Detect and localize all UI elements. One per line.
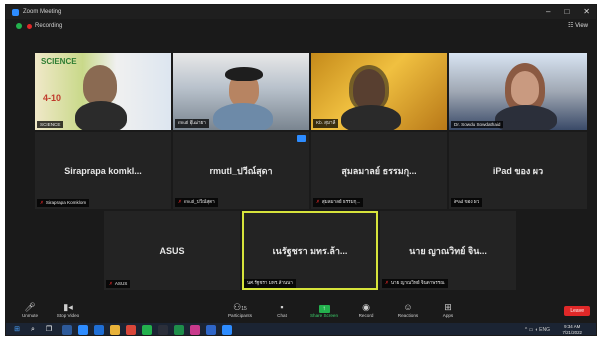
mic-muted-icon: ✗ xyxy=(109,281,113,286)
zoom-logo-icon xyxy=(12,8,19,16)
video-tile[interactable]: Dr. Sowdu Sowdathaid xyxy=(449,53,587,130)
participant-body xyxy=(213,103,273,130)
participant-display-name: ASUS xyxy=(159,245,185,256)
meeting-toolbar: 🎤︎ Unmute ▮◂ Stop Video ⚇15 Participants… xyxy=(6,299,596,323)
record-button[interactable]: ◉ Record xyxy=(348,302,384,318)
participant-tile[interactable]: iPad ของ ผว iPad ของ ผว xyxy=(449,132,587,209)
word-icon[interactable] xyxy=(206,325,216,335)
video-camera-icon: ▮◂ xyxy=(63,302,73,312)
chat-bubble-icon: ▪ xyxy=(280,302,284,312)
zoom-window: Zoom Meeting – □ ✕ Recording ☷ View SCIE… xyxy=(5,4,597,336)
participant-display-name: สุมลมาลย์ ธรรมกุ... xyxy=(341,165,417,176)
search-icon[interactable]: ⌕ xyxy=(28,325,38,335)
window-controls: – □ ✕ xyxy=(546,7,590,16)
participant-name-label: iPad ของ ผว xyxy=(451,198,483,207)
mic-muted-icon: ✗ xyxy=(40,200,44,205)
participant-name-label: SCIENCE xyxy=(37,121,64,128)
view-button[interactable]: ☷ View xyxy=(568,22,588,29)
system-tray[interactable]: ^ ▭ ◖ ENG xyxy=(525,327,550,333)
participant-display-name: iPad ของ ผว xyxy=(492,165,544,176)
record-icon: ◉ xyxy=(362,302,370,312)
share-screen-button[interactable]: ↑ Share Screen xyxy=(306,302,342,318)
taskbar-app-icon[interactable] xyxy=(62,325,72,335)
poster-title: SCIENCE xyxy=(41,57,77,66)
participant-tile[interactable]: สุมลมาลย์ ธรรมกุ... ✗ สุมลมาลย์ ธรรมกุ... xyxy=(311,132,447,209)
mic-muted-icon: ✗ xyxy=(385,280,389,285)
participant-name-label: ✗ rmutl_ปวีณ์สุดา xyxy=(175,198,218,207)
participant-face xyxy=(511,71,539,105)
windows-start-icon[interactable]: ⊞ xyxy=(12,325,22,335)
video-tile[interactable]: Kb. สุมาลี xyxy=(311,53,447,130)
task-view-icon[interactable]: ❐ xyxy=(44,325,54,335)
leave-button[interactable]: Leave xyxy=(564,306,590,316)
zoom-taskbar-icon[interactable] xyxy=(222,325,232,335)
participant-name-label: ✗ นาย ญาณวิทย์ จินดาพรรณ xyxy=(382,279,448,288)
microphone-muted-icon: 🎤︎ xyxy=(24,302,36,312)
file-explorer-icon[interactable] xyxy=(110,325,120,335)
taskbar-app-icon[interactable] xyxy=(190,325,200,335)
chat-button[interactable]: ▪ Chat xyxy=(264,302,300,318)
apps-button[interactable]: ⊞ Apps xyxy=(430,302,466,318)
recording-label: Recording xyxy=(35,23,63,29)
taskbar-app-icon[interactable] xyxy=(158,325,168,335)
participant-name-label: ✗ ASUS xyxy=(106,280,131,288)
close-button[interactable]: ✕ xyxy=(583,7,590,16)
poster-dates: 4-10 xyxy=(43,93,62,103)
apps-icon: ⊞ xyxy=(444,302,452,312)
participant-tile[interactable]: rmutl_ปวีณ์สุดา ✗ rmutl_ปวีณ์สุดา xyxy=(173,132,309,209)
participant-name-label: Kb. สุมาลี xyxy=(313,119,339,128)
maximize-button[interactable]: □ xyxy=(564,7,569,16)
video-tile[interactable]: rmutl อุ๊เฒ่ายา xyxy=(173,53,309,130)
unmute-button[interactable]: 🎤︎ Unmute xyxy=(12,302,48,318)
participant-display-name: Siraprapa komkl... xyxy=(64,165,142,176)
participant-name-label: rmutl อุ๊เฒ่ายา xyxy=(175,119,209,128)
participant-face xyxy=(83,65,117,105)
participant-tile[interactable]: ASUS ✗ ASUS xyxy=(104,211,240,290)
participants-button[interactable]: ⚇15 Participants xyxy=(222,302,258,318)
minimize-button[interactable]: – xyxy=(546,7,550,16)
meeting-info-bar: Recording ☷ View xyxy=(6,20,596,32)
participant-body xyxy=(495,105,557,130)
taskbar-app-icon[interactable] xyxy=(78,325,88,335)
participant-name-label: Dr. Sowdu Sowdathaid xyxy=(451,121,504,128)
mic-muted-icon: ✗ xyxy=(316,199,320,204)
participant-body xyxy=(75,101,127,130)
taskbar-app-icon[interactable] xyxy=(142,325,152,335)
recording-dot-icon xyxy=(27,23,32,29)
window-title: Zoom Meeting xyxy=(23,9,62,15)
mic-muted-icon: ✗ xyxy=(178,199,182,204)
participant-tile[interactable]: Siraprapa komkl... ✗ Siraprapa Komklom xyxy=(35,132,171,209)
taskbar-app-icon[interactable] xyxy=(126,325,136,335)
participant-tile[interactable]: นาย ญาณวิทย์ จิน... ✗ นาย ญาณวิทย์ จินดาพ… xyxy=(380,211,516,290)
taskbar-clock[interactable]: 9:34 AM 7/21/2022 xyxy=(562,324,582,335)
reactions-icon: ☺ xyxy=(403,302,413,312)
edge-browser-icon[interactable] xyxy=(94,325,104,335)
video-tile[interactable]: SCIENCE 4-10 SCIENCE xyxy=(35,53,171,130)
participant-display-name: นาย ญาณวิทย์ จิน... xyxy=(409,245,487,256)
participant-name-label: ✗ Siraprapa Komklom xyxy=(37,199,90,207)
participant-hair xyxy=(225,67,263,81)
participant-name-label: ✗ สุมลมาลย์ ธรรมกุ... xyxy=(313,198,364,207)
active-speaker-tile[interactable]: เนรัฐชรา มทร.ล้า... นศ.รัฐชรา มทร.ล้านนา xyxy=(242,211,378,290)
share-screen-icon: ↑ xyxy=(306,302,342,313)
participant-body xyxy=(341,105,401,130)
title-bar: Zoom Meeting – □ ✕ xyxy=(6,5,596,19)
tile-options-icon[interactable] xyxy=(297,135,306,142)
participant-name-label: นศ.รัฐชรา มทร.ล้านนา xyxy=(244,279,296,288)
excel-icon[interactable] xyxy=(174,325,184,335)
participant-display-name: เนรัฐชรา มทร.ล้า... xyxy=(272,245,348,256)
participants-icon: ⚇15 xyxy=(233,302,247,312)
participant-display-name: rmutl_ปวีณ์สุดา xyxy=(209,165,273,176)
security-shield-icon[interactable] xyxy=(16,23,22,29)
reactions-button[interactable]: ☺ Reactions xyxy=(390,302,426,318)
stop-video-button[interactable]: ▮◂ Stop Video xyxy=(50,302,86,318)
windows-taskbar: ⊞ ⌕ ❐ ^ ▭ ◖ ENG 9:34 AM 7/21/2022 xyxy=(6,323,596,335)
